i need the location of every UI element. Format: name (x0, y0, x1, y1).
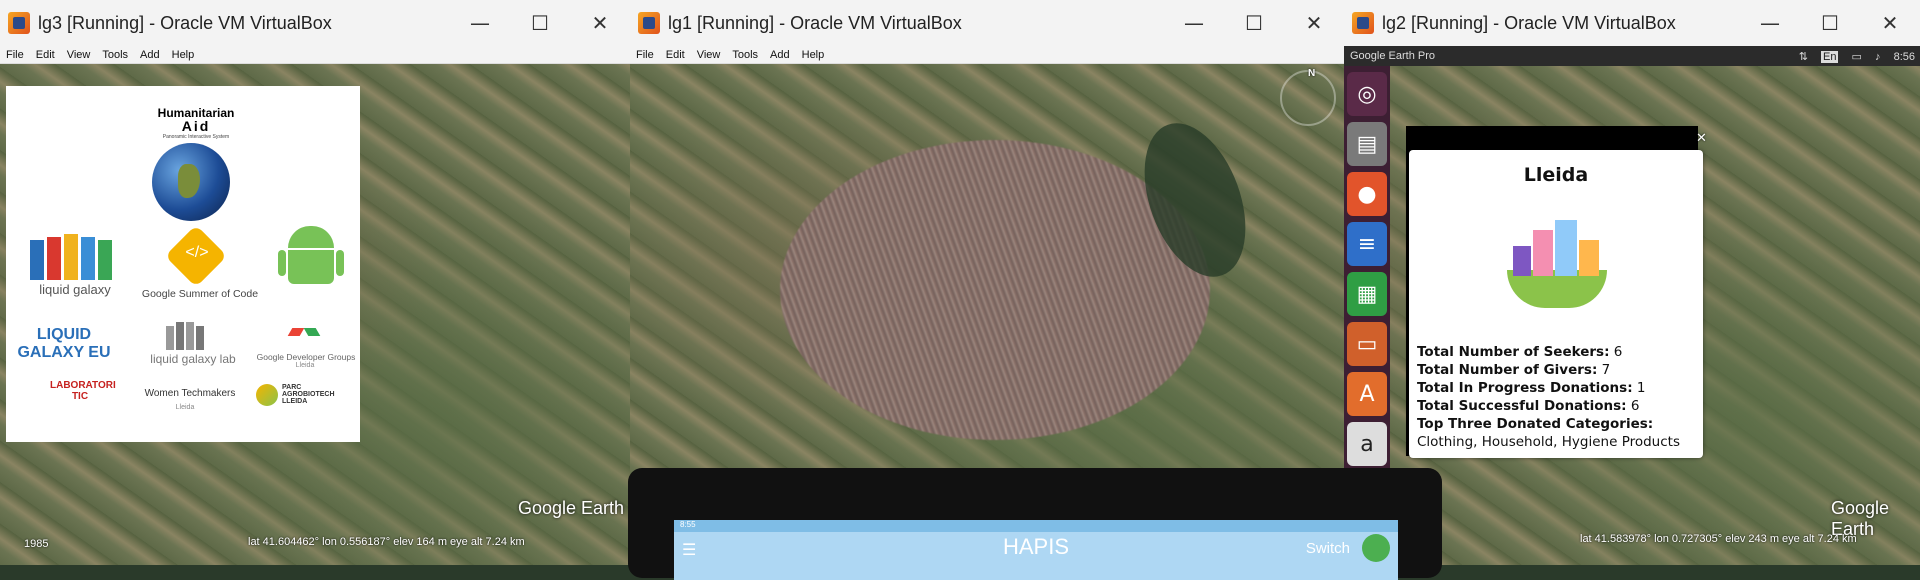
lg3-window-title: lg3 [Running] - Oracle VM VirtualBox (38, 12, 332, 33)
system-tray: ⇅ En ▭ ♪ 8:56 (1794, 50, 1920, 63)
lg3-titlebar[interactable]: lg3 [Running] - Oracle VM VirtualBox — ☐… (0, 0, 630, 46)
givers-label: Total Number of Givers: (1417, 362, 1598, 378)
in-progress-row: Total In Progress Donations: 1 (1417, 380, 1645, 396)
close-button[interactable]: ✕ (1860, 11, 1920, 35)
network-icon[interactable]: ⇅ (1799, 51, 1808, 63)
successful-label: Total Successful Donations: (1417, 398, 1627, 414)
ubuntu-dash-icon[interactable]: ◎ (1347, 72, 1387, 116)
files-icon[interactable]: ▤ (1347, 122, 1387, 166)
menu-add[interactable]: Add (140, 49, 160, 61)
lg3-window: lg3 [Running] - Oracle VM VirtualBox — ☐… (0, 0, 630, 565)
categories-row: Top Three Donated Categories: (1417, 416, 1653, 432)
virtualbox-icon (8, 12, 30, 34)
menu-edit[interactable]: Edit (666, 49, 685, 61)
amazon-icon[interactable]: a (1347, 422, 1387, 466)
phone-status-bar: 8:55 (674, 520, 1398, 532)
minimize-button[interactable]: — (450, 11, 510, 35)
in-progress-value: 1 (1636, 380, 1646, 396)
lg-lab-text: liquid galaxy lab (150, 352, 236, 366)
seekers-value: 6 (1613, 344, 1623, 360)
switch-button[interactable]: Switch (1306, 540, 1350, 557)
lg1-titlebar[interactable]: lg1 [Running] - Oracle VM VirtualBox — ☐… (630, 0, 1344, 46)
close-button[interactable]: ✕ (570, 11, 630, 35)
menu-view[interactable]: View (697, 49, 721, 61)
gsoc-code-icon: </> (185, 244, 209, 261)
categories-label: Top Three Donated Categories: (1417, 416, 1654, 432)
gdg-logo (287, 324, 321, 342)
city-title: Lleida (1523, 164, 1589, 186)
phone-screen[interactable]: 8:55 ☰ HAPIS Switch (674, 520, 1398, 580)
google-earth-watermark-lg3: Google Earth (518, 498, 625, 518)
compass-north: N (1308, 68, 1316, 79)
maximize-button[interactable]: ☐ (1800, 11, 1860, 35)
virtualbox-icon (638, 12, 660, 34)
successful-value: 6 (1630, 398, 1640, 414)
menu-file[interactable]: File (636, 49, 654, 61)
givers-value: 7 (1601, 362, 1611, 378)
lg-eu-text: LIQUID GALAXY EU (17, 326, 111, 361)
lg3-status-line: lat 41.604462° lon 0.556187° elev 164 m … (248, 536, 525, 548)
ubuntu-top-bar: Google Earth Pro ⇅ En ▭ ♪ 8:56 (1344, 46, 1920, 66)
year-label: 1985 (24, 538, 49, 550)
women-tech-city-text: Lleida (175, 404, 195, 411)
lg2-titlebar[interactable]: lg2 [Running] - Oracle VM VirtualBox — ☐… (1344, 0, 1920, 46)
in-progress-label: Total In Progress Donations: (1417, 380, 1633, 396)
aid-text: Aid (181, 118, 211, 134)
lg1-menubar: File Edit View Tools Add Help (630, 46, 1344, 64)
menu-add[interactable]: Add (770, 49, 790, 61)
city-illustration (1503, 220, 1611, 308)
menu-help[interactable]: Help (172, 49, 195, 61)
logo-panel: Humanitarian Aid Panoramic Interactive S… (6, 86, 360, 442)
lg-lab-logo (166, 322, 214, 350)
gdg-text: Google Developer Groups (256, 352, 356, 362)
battery-icon[interactable]: ▭ (1852, 51, 1862, 63)
lab-tic-text: LABORATORI TIC (50, 380, 116, 402)
lg1-window-title: lg1 [Running] - Oracle VM VirtualBox (668, 12, 962, 33)
menu-tools[interactable]: Tools (102, 49, 128, 61)
minimize-button[interactable]: — (1164, 11, 1224, 35)
givers-row: Total Number of Givers: 7 (1417, 362, 1610, 378)
keyboard-layout[interactable]: En (1821, 50, 1839, 63)
android-logo (278, 226, 344, 290)
info-card-close-icon[interactable]: ✕ (1696, 130, 1707, 146)
menu-edit[interactable]: Edit (36, 49, 55, 61)
menu-tools[interactable]: Tools (732, 49, 758, 61)
app-title: HAPIS (1002, 534, 1070, 559)
gdg-city-text: Lleida (295, 362, 315, 369)
active-app-name: Google Earth Pro (1350, 50, 1435, 62)
menu-view[interactable]: View (67, 49, 91, 61)
lg3-menubar: File Edit View Tools Add Help (0, 46, 630, 64)
clock[interactable]: 8:56 (1894, 51, 1915, 63)
seekers-label: Total Number of Seekers: (1417, 344, 1610, 360)
tagline-text: Panoramic Interactive System (162, 134, 230, 140)
successful-row: Total Successful Donations: 6 (1417, 398, 1639, 414)
maximize-button[interactable]: ☐ (510, 11, 570, 35)
software-center-icon[interactable]: A (1347, 372, 1387, 416)
minimize-button[interactable]: — (1740, 11, 1800, 35)
close-button[interactable]: ✕ (1284, 11, 1344, 35)
lg2-window-title: lg2 [Running] - Oracle VM VirtualBox (1382, 12, 1676, 33)
impress-icon[interactable]: ▭ (1347, 322, 1387, 366)
virtualbox-icon (1352, 12, 1374, 34)
writer-icon[interactable]: ≡ (1347, 222, 1387, 266)
liquid-galaxy-logo (30, 234, 116, 280)
liquid-galaxy-text: liquid galaxy (39, 282, 111, 297)
phone-emulator: 8:55 ☰ HAPIS Switch (628, 468, 1442, 580)
city-info-card: Lleida Total Number of Seekers: 6 Total … (1409, 150, 1703, 458)
menu-help[interactable]: Help (802, 49, 825, 61)
calc-icon[interactable]: ▦ (1347, 272, 1387, 316)
avatar[interactable] (1362, 534, 1390, 562)
women-tech-text: Women Techmakers (144, 388, 236, 399)
gsoc-text: Google Summer of Code (141, 288, 259, 300)
volume-icon[interactable]: ♪ (1875, 51, 1881, 63)
parc-logo (256, 384, 278, 406)
parc-text: PARC AGROBIOTECH LLEIDA (282, 384, 335, 405)
lg2-status-line: lat 41.583978° lon 0.727305° elev 243 m … (1580, 533, 1857, 545)
firefox-icon[interactable]: ● (1347, 172, 1387, 216)
categories-value: Clothing, Household, Hygiene Products (1417, 434, 1680, 450)
menu-file[interactable]: File (6, 49, 24, 61)
seekers-row: Total Number of Seekers: 6 (1417, 344, 1622, 360)
maximize-button[interactable]: ☐ (1224, 11, 1284, 35)
